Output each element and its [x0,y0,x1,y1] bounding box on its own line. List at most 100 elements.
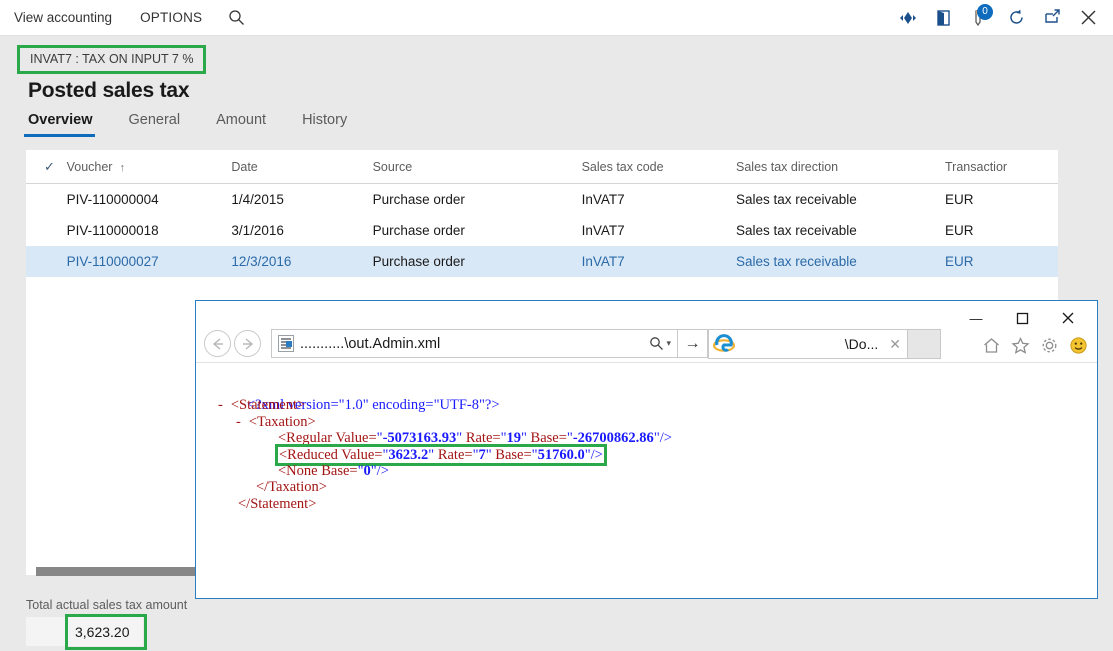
menu-view-accounting[interactable]: View accounting [0,0,126,36]
xml-line-declaration: <?xml version="1.0" encoding="UTF-8"?> [218,381,1097,413]
tab-general[interactable]: General [125,112,199,137]
menu-options[interactable]: OPTIONS [126,0,216,36]
collapse-toggle-statement[interactable]: - [218,397,223,413]
chevron-down-icon[interactable]: ▾ [666,338,671,349]
favorites-star-icon[interactable] [1009,334,1031,356]
ie-e-glyph [712,334,736,352]
tab-amount[interactable]: Amount [212,112,284,137]
xml-element-reduced-highlight: <Reduced Value="3623.2" Rate="7" Base="5… [275,443,607,467]
home-icon[interactable] [980,334,1002,356]
maximize-square-glyph [1016,312,1028,324]
column-header-transaction[interactable]: Transactior [945,160,1058,174]
diamond-nav-glyph [900,11,916,24]
back-icon[interactable] [204,330,231,357]
cell-date: 3/1/2016 [231,223,284,238]
tab-history[interactable]: History [298,112,365,137]
select-all-checkmark-icon[interactable]: ✓ [26,159,67,175]
back-arrow-glyph [212,337,223,350]
total-actual-sales-tax-value: 3,623.20 [75,624,130,640]
caption-wrapper: INVAT7 : TAX ON INPUT 7 % [16,45,207,74]
search-glass-icon [229,10,245,25]
cell-voucher: PIV-110000004 [66,192,159,207]
cell-sales-tax-direction: Sales tax receivable [736,192,857,207]
maximize-icon[interactable] [999,305,1045,331]
column-header-sales-tax-code[interactable]: Sales tax code [582,160,736,174]
window-close-icon[interactable] [1045,305,1091,331]
new-tab-button[interactable] [908,329,941,359]
book-glyph [937,9,950,26]
notifications-pen-icon[interactable]: 0 [963,0,997,36]
browser-tab[interactable]: \Do... ✕ [708,329,908,359]
feedback-smiley-icon[interactable] [1067,334,1089,356]
forward-arrow-glyph [242,337,253,350]
column-header-sales-tax-direction[interactable]: Sales tax direction [736,160,945,174]
search-glass-glyph [650,337,664,350]
browser-chrome: ...........\out.Admin.xml ▾ → \Do... ✕ — [196,301,1097,363]
smiley-glyph [1069,336,1087,354]
navigation-buttons [204,330,261,357]
cell-sales-tax-direction: Sales tax receivable [736,223,857,238]
refresh-icon[interactable] [999,0,1033,36]
cell-source: Purchase order [372,223,465,238]
cell-source: Purchase order [372,192,465,207]
cell-sales-tax-code: InVAT7 [581,254,625,269]
table-row[interactable]: PIV-110000018 3/1/2016 Purchase order In… [26,215,1058,246]
total-actual-sales-tax-value-highlight: 3,623.20 [65,614,147,650]
cell-currency: EUR [945,254,974,269]
search-icon[interactable] [216,0,257,36]
address-bar[interactable]: ...........\out.Admin.xml ▾ [271,329,678,358]
xml-line-regular: <Regular Value="-5073163.93" Rate="19" B… [218,430,1097,446]
cell-currency: EUR [945,223,974,238]
cell-sales-tax-code: InVAT7 [581,192,625,207]
browser-tab-title: \Do... [844,336,879,352]
forward-icon[interactable] [234,330,261,357]
collapse-toggle-taxation[interactable]: - [236,414,241,430]
xml-tag-statement-close: </Statement> [238,495,317,512]
notification-count-badge: 0 [977,3,993,20]
xml-line-taxation-open: - <Taxation> [218,414,1097,430]
internet-explorer-logo-icon [712,333,736,355]
top-menu-group: View accounting OPTIONS [0,0,257,36]
close-x-glyph [1062,312,1074,324]
xml-line-taxation-close: </Taxation> [218,479,1097,495]
table-row-selected[interactable]: PIV-110000027 12/3/2016 Purchase order I… [26,246,1058,277]
refresh-glyph [1009,9,1023,24]
column-header-voucher[interactable]: Voucher ↑ [67,160,232,174]
popout-glyph [1044,9,1060,23]
column-header-voucher-label: Voucher [66,159,113,174]
cell-sales-tax-code: InVAT7 [581,223,625,238]
cell-voucher: PIV-110000027 [66,254,159,269]
xml-line-reduced: <Reduced Value="3623.2" Rate="7" Base="5… [218,443,1097,467]
tab-overview[interactable]: Overview [24,112,111,137]
window-controls: — [953,305,1091,331]
office-book-icon[interactable] [927,0,961,36]
go-button[interactable]: → [678,329,708,358]
cell-date: 1/4/2015 [231,192,284,207]
nav-diamond-icon[interactable] [891,0,925,36]
column-header-source[interactable]: Source [373,160,582,174]
internet-explorer-window: ...........\out.Admin.xml ▾ → \Do... ✕ —… [195,300,1098,599]
xml-document-view: <?xml version="1.0" encoding="UTF-8"?> -… [196,363,1097,598]
table-row[interactable]: PIV-110000004 1/4/2015 Purchase order In… [26,184,1058,215]
settings-gear-icon[interactable] [1038,334,1060,356]
xml-tag-taxation-close: </Taxation> [256,479,327,496]
column-header-date[interactable]: Date [231,160,372,174]
popout-icon[interactable] [1035,0,1069,36]
home-glyph [983,337,999,353]
tab-close-icon[interactable]: ✕ [884,336,901,353]
cell-source: Purchase order [372,254,465,269]
page-title: Posted sales tax [28,79,190,102]
cell-date: 12/3/2016 [231,254,292,269]
address-search-icon[interactable]: ▾ [649,336,671,351]
tab-strip: Overview General Amount History [24,112,379,137]
top-right-icons: 0 [891,0,1113,36]
minimize-icon[interactable]: — [953,305,999,331]
gear-glyph [1042,338,1056,352]
cell-sales-tax-direction: Sales tax receivable [736,254,857,269]
browser-tools [980,334,1089,356]
star-glyph [1010,336,1030,354]
document-icon [278,335,294,352]
close-icon[interactable] [1071,0,1105,36]
browser-tab-strip: \Do... ✕ [708,329,941,359]
xml-element-none: <None Base="0"/> [278,462,389,479]
